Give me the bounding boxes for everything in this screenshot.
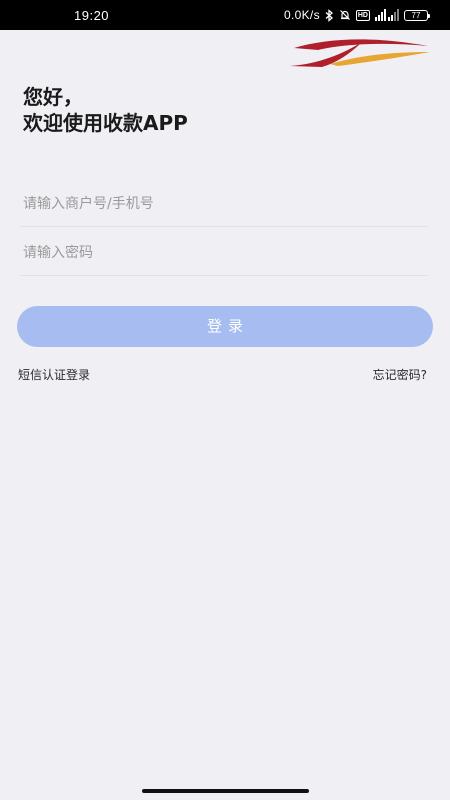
network-speed: 0.0K/s [284, 8, 320, 22]
account-field [20, 186, 428, 227]
signal-icon [375, 9, 399, 21]
sms-login-link[interactable]: 短信认证登录 [18, 366, 90, 383]
password-field [20, 235, 428, 276]
greeting: 您好， 欢迎使用收款APP [23, 84, 188, 136]
status-icons: 0.0K/s HD 77 [284, 7, 430, 23]
forgot-password-link[interactable]: 忘记密码? [373, 366, 427, 383]
status-bar: 19:20 0.0K/s HD 77 [0, 0, 450, 30]
hd-badge-icon: HD [355, 9, 370, 21]
home-indicator[interactable] [142, 789, 309, 793]
login-button[interactable]: 登录 [17, 306, 433, 347]
battery-icon: 77 [404, 9, 430, 21]
account-input[interactable] [23, 192, 403, 216]
greeting-line-1: 您好， [23, 85, 83, 109]
status-time: 19:20 [74, 8, 110, 23]
welcome-title: 欢迎使用收款APP [23, 111, 188, 135]
password-input[interactable] [23, 241, 403, 265]
brand-logo-icon [290, 39, 430, 67]
bluetooth-icon [325, 8, 334, 22]
alarm-off-icon [339, 9, 351, 21]
